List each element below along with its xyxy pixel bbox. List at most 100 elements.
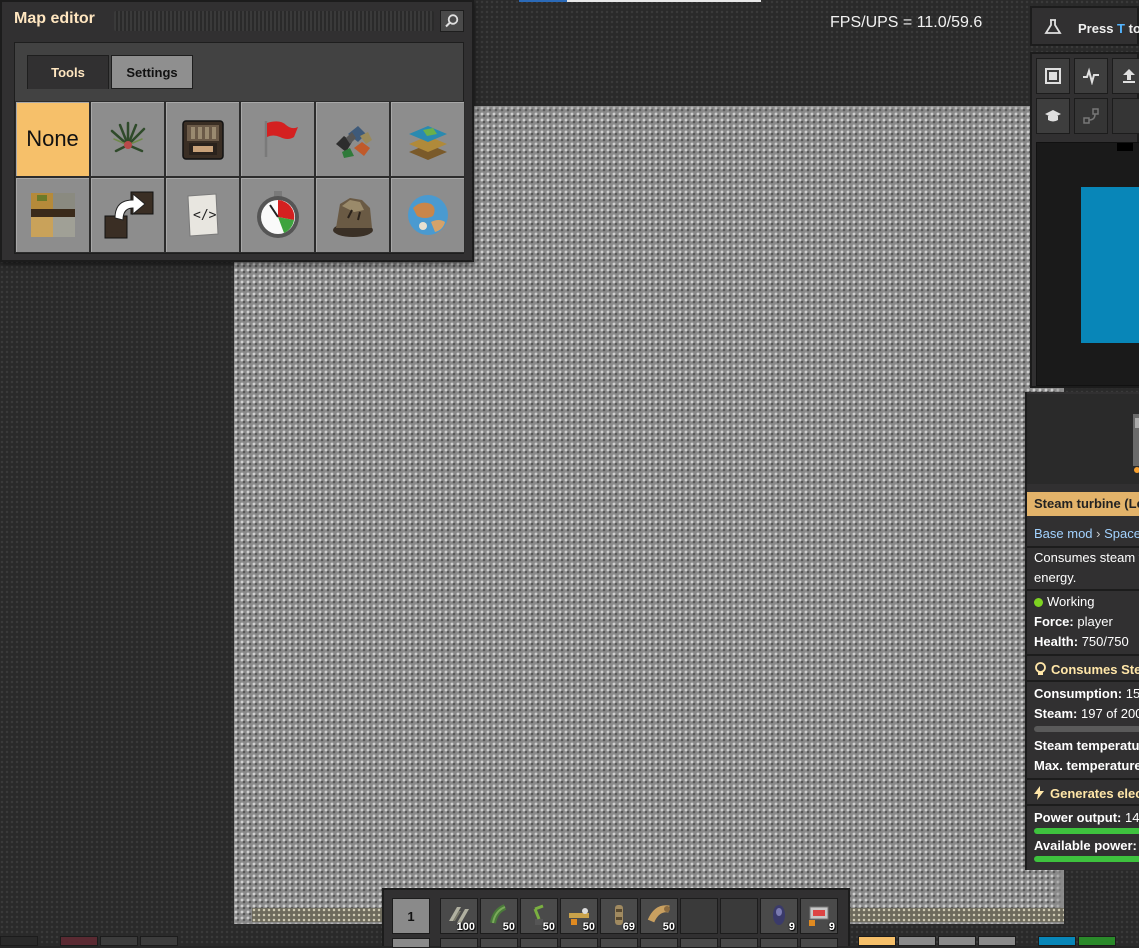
quickbar-slot[interactable]: 50 [520, 898, 558, 934]
lightning-icon [1034, 786, 1044, 800]
slot-count: 50 [542, 921, 555, 933]
statistics-button[interactable] [1074, 58, 1108, 94]
quickbar-slot[interactable]: 69 [600, 898, 638, 934]
map-editor-title: Map editor [14, 10, 95, 27]
quickbar-row-number-2[interactable] [392, 938, 430, 948]
quickbar-slot-row2[interactable] [640, 938, 678, 948]
toolbar-slot-green[interactable] [1078, 936, 1116, 946]
quickbar-slot[interactable]: 100 [440, 898, 478, 934]
entities-machine-icon [181, 120, 224, 160]
map-view-button[interactable] [1036, 58, 1070, 94]
force-label: Force: [1034, 614, 1074, 629]
available-power-row: Available power: 1 [1034, 838, 1139, 853]
tool-entities-button[interactable] [165, 101, 240, 177]
tool-forces-button[interactable] [240, 101, 315, 177]
slot-count: 50 [502, 921, 515, 933]
tab-settings[interactable]: Settings [111, 55, 193, 89]
breadcrumb-space[interactable]: Space [1104, 526, 1139, 541]
slot-count: 69 [622, 921, 635, 933]
quickbar-slot-row2[interactable] [680, 938, 718, 948]
minimap-water [1081, 187, 1139, 343]
toolbar-slot[interactable] [898, 936, 936, 946]
available-power-label: Available power: [1034, 838, 1137, 853]
quickbar-slot-row2[interactable] [480, 938, 518, 948]
quickbar-slot-row2[interactable] [720, 938, 758, 948]
quickbar-slot[interactable]: 9 [800, 898, 838, 934]
quickbar-slot[interactable]: 50 [480, 898, 518, 934]
resources-ore-icon [335, 126, 372, 158]
tool-clone-button[interactable] [90, 177, 165, 253]
entity-health: Health: 750/750 [1034, 634, 1129, 649]
planet-surface-icon [407, 195, 448, 235]
empty-toolbar-slot[interactable] [1112, 98, 1139, 134]
toolbar-slot-blue[interactable] [1038, 936, 1076, 946]
tool-surfaces-button[interactable] [390, 101, 465, 177]
entity-status: Working [1034, 594, 1094, 609]
bottom-left-toolbar [0, 936, 180, 946]
quickbar-slot[interactable]: 9 [760, 898, 798, 934]
hotkey-t: T [1117, 21, 1125, 36]
tool-script-button[interactable]: </> [165, 177, 240, 253]
tool-none-button[interactable]: None [15, 101, 90, 177]
to-word: to [1128, 21, 1139, 36]
time-stopwatch-icon [256, 191, 299, 238]
graduation-cap-icon [1045, 110, 1061, 122]
quickbar-slot-row2[interactable] [440, 938, 478, 948]
research-prompt-panel[interactable]: Press T to [1030, 6, 1139, 46]
quickbar-row-number[interactable]: 1 [392, 898, 430, 934]
entity-preview [1027, 394, 1139, 484]
power-output-row: Power output: 14. [1034, 810, 1139, 825]
panel-drag-handle[interactable] [114, 11, 434, 31]
quickbar-slot-row2[interactable] [520, 938, 558, 948]
slot-count: 9 [828, 921, 835, 933]
character-button[interactable] [0, 936, 38, 946]
quickbar-slot-empty[interactable] [680, 898, 718, 934]
tool-cliffs-button[interactable] [315, 177, 390, 253]
search-button[interactable] [440, 10, 464, 32]
minimap[interactable] [1036, 142, 1139, 386]
power-output-bar [1034, 828, 1139, 834]
cliff-stump-icon [332, 198, 373, 237]
divider [1027, 654, 1139, 656]
toolbar-slot[interactable] [100, 936, 138, 946]
clone-arrow-icon [104, 191, 153, 239]
tool-decoratives-button[interactable] [90, 101, 165, 177]
upload-button[interactable] [1112, 58, 1139, 94]
available-power-bar-fill [1034, 856, 1139, 862]
network-button[interactable] [1074, 98, 1108, 134]
tool-time-button[interactable] [240, 177, 315, 253]
divider [1027, 546, 1139, 548]
quickbar-slot[interactable]: 50 [640, 898, 678, 934]
tool-planet-button[interactable] [390, 177, 465, 253]
consumption-value: 150 [1125, 686, 1139, 701]
toolbar-slot-red[interactable] [60, 936, 98, 946]
force-value: player [1077, 614, 1113, 629]
steam-temperature-row: Steam temperatur [1034, 738, 1139, 753]
quickbar-slot-empty[interactable] [720, 898, 758, 934]
toolbar-slot[interactable] [140, 936, 178, 946]
power-output-bar-fill [1034, 828, 1139, 834]
slot-count: 50 [662, 921, 675, 933]
tab-tools[interactable]: Tools [27, 55, 109, 89]
quickbar-slot-row2[interactable] [800, 938, 838, 948]
quickbar-slot-row2[interactable] [560, 938, 598, 948]
toolbar-slot[interactable] [938, 936, 976, 946]
status-text: Working [1047, 594, 1095, 609]
fps-ups-readout: FPS/UPS = 11.0/59.6 [830, 14, 983, 31]
consumption-label: Consumption: [1034, 686, 1123, 701]
consumes-steam-heading: Consumes Ste [1034, 662, 1139, 677]
max-temperature-row: Max. temperature [1034, 758, 1139, 773]
tiles-terrain-icon [30, 193, 75, 237]
quickbar-slot[interactable]: 50 [560, 898, 598, 934]
breadcrumb-base-mod[interactable]: Base mod [1034, 526, 1093, 541]
tool-resources-button[interactable] [315, 101, 390, 177]
tips-button[interactable] [1036, 98, 1070, 134]
tool-tiles-button[interactable] [15, 177, 90, 253]
toolbar-slot-selected[interactable] [858, 936, 896, 946]
tool-none-label: None [26, 126, 79, 151]
breadcrumb-separator: › [1096, 526, 1101, 541]
quickbar-slot-row2[interactable] [760, 938, 798, 948]
toolbar-slot[interactable] [978, 936, 1016, 946]
quickbar-slot-row2[interactable] [600, 938, 638, 948]
steam-row: Steam: 197 of 200 [1034, 706, 1139, 721]
